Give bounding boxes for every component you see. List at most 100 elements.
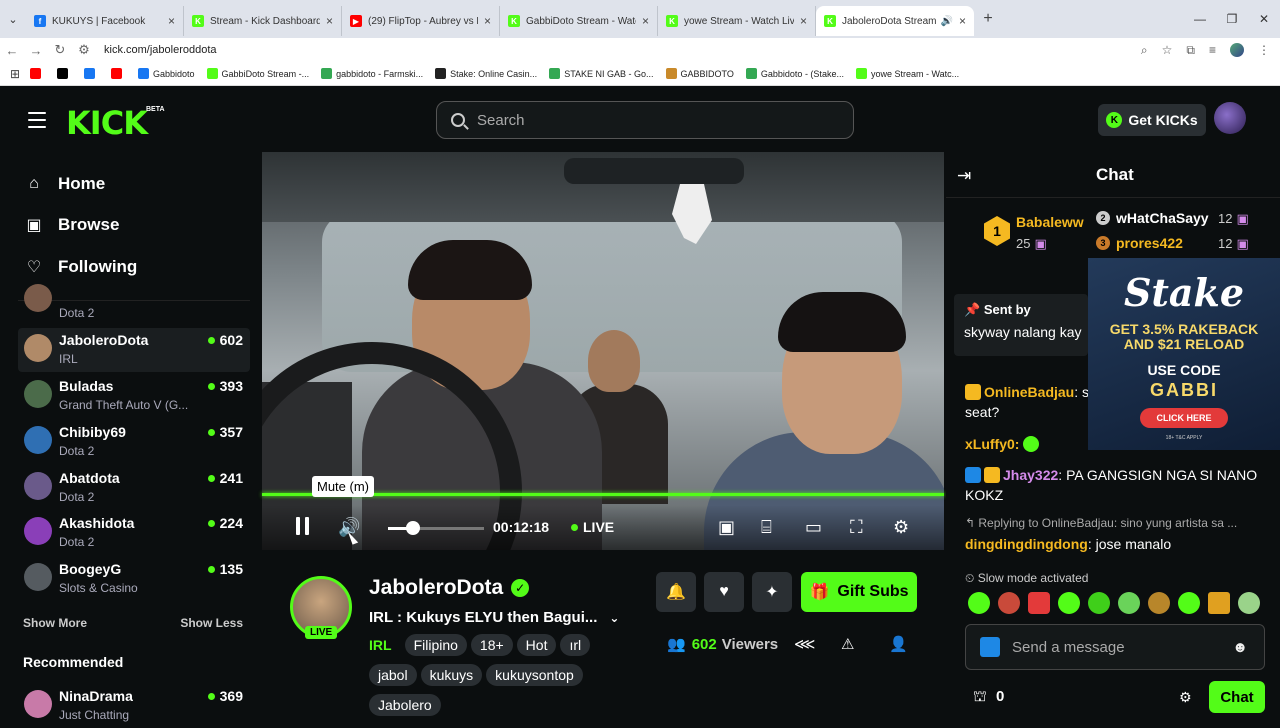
bookmark-item[interactable]: Gabbidoto - (Stake... [745,68,844,79]
sparkle-button[interactable]: ✦ [752,572,792,612]
fullscreen-icon[interactable]: ⛶ [850,517,863,538]
stream-tag[interactable]: 18+ [470,634,513,656]
bookmark-item[interactable]: gabbidoto - Farmski... [321,68,423,79]
media-icon[interactable]: ≡ [1209,43,1216,58]
sidebar-channel[interactable]: JaboleroDota IRL 602 [18,328,250,372]
browser-menu-icon[interactable]: ⋮ [1258,43,1270,58]
recommended-channel[interactable]: NinaDrama Just Chatting 369 [18,684,250,728]
tab-close-icon[interactable]: × [484,14,491,28]
tab-close-icon[interactable]: × [959,14,966,28]
stake-ad[interactable]: Stake GET 3.5% RAKEBACK AND $21 RELOAD US… [1088,258,1280,450]
emoji-picker-icon[interactable]: ☻ [1232,639,1248,656]
browser-tab[interactable]: K JaboleroDota Stream - Watc 🔊 × [816,6,974,36]
report-icon[interactable]: ⚠ [841,635,854,653]
close-window-icon[interactable]: ✕ [1248,12,1280,26]
browser-tab[interactable]: ▶ (29) FlipTop - Aubrey vs Karism × [342,6,500,36]
chat-message-input[interactable]: Send a message ☻ [965,624,1265,670]
pinned-message[interactable]: 📌 Sent by skyway nalang kay [954,294,1088,356]
send-chat-button[interactable]: Chat [1209,681,1265,713]
browser-tab[interactable]: Kyowe Stream - Watch Live on Ki × [658,6,816,36]
kick-logo[interactable]: KICK [66,104,148,142]
user-avatar[interactable] [1214,102,1246,134]
chevron-down-icon[interactable]: ⌄ [609,611,619,625]
settings-gear-icon[interactable]: ⚙ [893,517,909,538]
restore-icon[interactable]: ❐ [1216,12,1248,26]
notification-bell-button[interactable]: 🔔 [656,572,696,612]
stream-tag[interactable]: jabol [369,664,417,686]
zoom-icon[interactable]: ⌕ [1141,43,1148,58]
category-link[interactable]: IRL [369,634,401,656]
bookmark-item[interactable]: STAKE NI GAB - Go... [549,68,654,79]
search-input[interactable]: Search [436,101,854,139]
bookmark-item[interactable]: GABBIDOTO [665,68,734,79]
emote-icon[interactable] [968,592,990,614]
tab-close-icon[interactable]: × [800,14,807,28]
emote-icon[interactable] [1118,592,1140,614]
sidebar-channel[interactable]: Chibiby69 Dota 2 357 [18,420,250,464]
minimize-icon[interactable]: — [1184,12,1216,26]
chat-username[interactable]: dingdingdingdong [965,536,1088,552]
channel-points-icon[interactable]: ⛫ [973,688,987,707]
sidebar-channel[interactable]: Buladas Grand Theft Auto V (G... 393 [18,374,250,418]
stream-tag[interactable]: Hot [516,634,557,656]
gifter-1-name[interactable]: Babaleww [1016,214,1084,230]
bookmark-item[interactable] [111,68,126,79]
bookmark-item[interactable] [84,68,99,79]
chat-username[interactable]: OnlineBadjau [984,384,1074,400]
profile-avatar[interactable] [1230,42,1244,57]
bookmark-item[interactable]: Gabbidoto [138,68,195,79]
bookmark-item[interactable]: GabbiDoto Stream -... [206,68,309,79]
miniplayer-icon[interactable]: ▣ [718,517,735,538]
show-more-button[interactable]: Show More [23,616,87,630]
tab-close-icon[interactable]: × [168,14,175,28]
nav-browse[interactable]: ▣ Browse [24,215,119,235]
stream-tag[interactable]: ırl [560,634,591,656]
volume-knob[interactable] [405,521,420,535]
follow-button[interactable]: ♥ [704,572,744,612]
gift-subs-button[interactable]: 🎁 Gift Subs [801,572,917,612]
chat-username[interactable]: xLuffy0: [965,436,1019,452]
theater-mode-icon[interactable]: ▭ [805,517,822,538]
url-field[interactable]: kick.com/jaboleroddota [104,44,1141,56]
chat-username[interactable]: Jhay322 [1003,467,1058,483]
stream-tag[interactable]: Filipino [404,634,467,656]
emote-icon[interactable] [1058,592,1080,614]
tab-audio-icon[interactable]: 🔊 [941,16,953,27]
bookmark-item[interactable] [30,68,45,79]
emote-icon[interactable] [1088,592,1110,614]
pause-button[interactable] [296,517,310,535]
bookmark-item[interactable]: yowe Stream - Watc... [855,68,959,79]
new-tab-button[interactable]: + [974,10,1002,28]
sidebar-channel[interactable]: BoogeyG Slots & Casino 135 [18,557,250,601]
chat-settings-icon[interactable]: ⚙ [1179,689,1192,706]
bookmark-item[interactable] [57,68,72,79]
gifter-3[interactable]: 3 prores422 [1096,235,1183,251]
back-icon[interactable]: ← [0,43,24,58]
clip-icon[interactable]: ⌸ [761,517,772,538]
emote-icon[interactable] [1208,592,1230,614]
tab-close-icon[interactable]: × [642,14,649,28]
emote-icon[interactable] [998,592,1020,614]
sidebar-channel[interactable]: Abatdota Dota 2 241 [18,466,250,510]
emote-icon[interactable] [1178,592,1200,614]
get-kicks-button[interactable]: K Get KICKs [1098,104,1206,136]
volume-slider[interactable] [388,521,484,535]
browser-tab[interactable]: K Stream - Kick Dashboard × [184,6,342,36]
site-info-icon[interactable]: ⚙ [72,42,96,58]
emote-icon[interactable] [1148,592,1170,614]
browser-tab[interactable]: f KUKUYS | Facebook × [26,6,184,36]
gifter-2[interactable]: 2 wHatChaSayy [1096,210,1209,226]
channel-name[interactable]: JaboleroDota ✓ [369,576,530,600]
tab-close-icon[interactable]: × [326,14,333,28]
forward-icon[interactable]: → [24,43,48,58]
ad-click-here-button[interactable]: CLICK HERE [1140,408,1228,428]
emote-icon[interactable] [1238,592,1260,614]
nav-home[interactable]: ⌂ Home [24,174,105,194]
stream-tag[interactable]: kukuys [420,664,483,686]
stream-tag[interactable]: kukuysontop [486,664,583,686]
browser-tab[interactable]: K GabbiDoto Stream - Watch Live × [500,6,658,36]
extensions-icon[interactable]: ⧉ [1186,43,1195,58]
nav-following[interactable]: ♡ Following [24,257,138,277]
bookmark-item[interactable]: Stake: Online Casin... [435,68,537,79]
share-icon[interactable]: ⋘ [794,635,815,653]
